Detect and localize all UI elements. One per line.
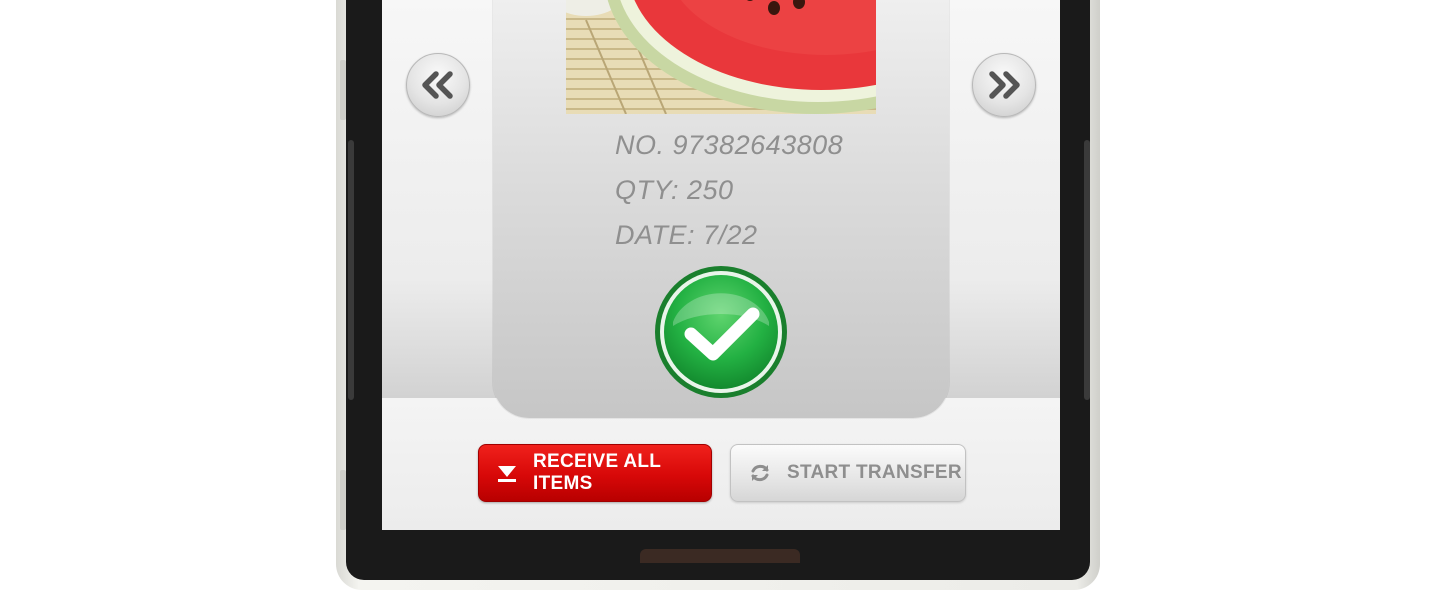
receive-all-items-button[interactable]: RECEIVE ALL ITEMS	[478, 444, 712, 502]
next-item-button[interactable]	[972, 53, 1036, 117]
previous-item-button[interactable]	[406, 53, 470, 117]
item-date: DATE: 7/22	[615, 220, 758, 250]
watermelon-image	[566, 0, 876, 114]
app-screen: NO. 97382643808 QTY: 250 DATE: 7/22 RECE…	[382, 0, 1060, 530]
item-number: NO. 97382643808	[615, 130, 844, 160]
start-transfer-button[interactable]: START TRANSFER	[730, 444, 966, 502]
download-arrow-icon	[495, 460, 519, 486]
double-chevron-left-icon	[422, 71, 453, 99]
start-transfer-label: START TRANSFER	[787, 462, 962, 483]
refresh-icon	[747, 460, 773, 486]
phone-bottom-detail	[640, 549, 800, 563]
bezel-highlight	[1084, 140, 1090, 400]
item-card: NO. 97382643808 QTY: 250 DATE: 7/22	[493, 0, 949, 418]
bezel-highlight	[348, 140, 354, 400]
checkmark-icon	[655, 266, 787, 398]
double-chevron-right-icon	[989, 71, 1020, 99]
receive-all-items-label: RECEIVE ALL ITEMS	[532, 451, 661, 494]
item-photo	[566, 0, 876, 114]
confirm-received-button[interactable]	[653, 264, 789, 400]
item-quantity: QTY: 250	[615, 175, 734, 205]
